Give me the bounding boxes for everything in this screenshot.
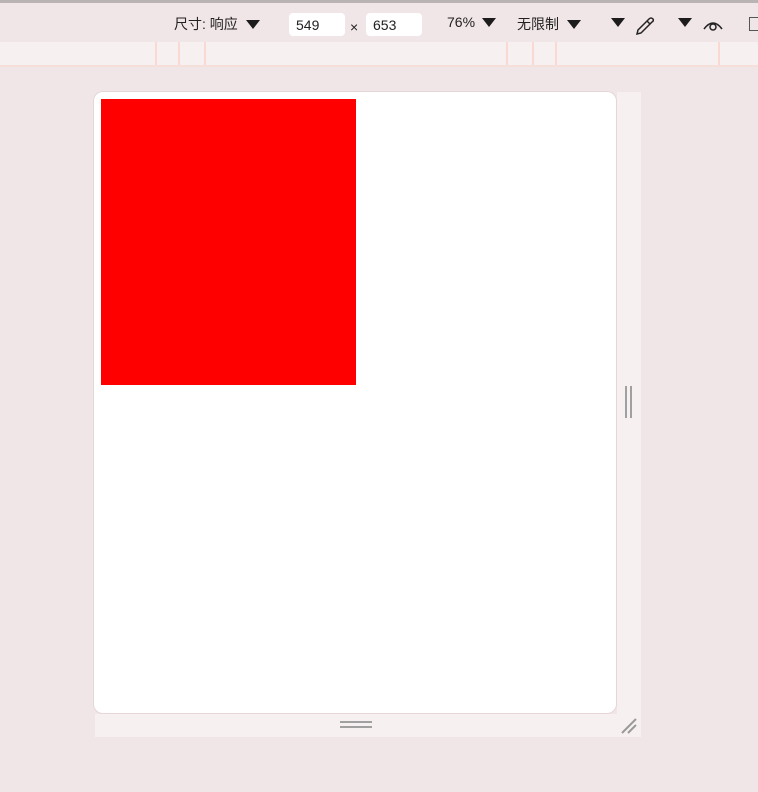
eye-icon bbox=[703, 22, 723, 31]
ruler-mark bbox=[718, 42, 720, 65]
throttle-label: 无限制 bbox=[517, 16, 559, 32]
grip-icon bbox=[630, 386, 632, 418]
right-resize-handle[interactable] bbox=[617, 92, 641, 737]
throttle-dropdown[interactable]: 无限制 bbox=[517, 14, 581, 34]
device-viewport bbox=[94, 92, 616, 713]
more-dropdown[interactable] bbox=[603, 18, 625, 27]
corner-resize-icon[interactable] bbox=[620, 717, 638, 735]
chevron-down-icon bbox=[245, 19, 260, 29]
chevron-down-icon bbox=[678, 18, 692, 27]
chevron-down-icon bbox=[482, 17, 497, 27]
bottom-resize-handle[interactable] bbox=[95, 714, 641, 737]
ruler-mark bbox=[555, 42, 557, 65]
ruler-mark bbox=[178, 42, 180, 65]
vision-dropdown[interactable] bbox=[670, 18, 692, 27]
width-input[interactable] bbox=[289, 13, 345, 36]
eyedropper-button[interactable] bbox=[634, 15, 656, 37]
media-query-ruler[interactable] bbox=[0, 42, 758, 67]
device-toolbar: 尺寸: 响应 × 76% 无限制 bbox=[0, 3, 758, 42]
ruler-mark bbox=[204, 42, 206, 65]
ruler-mark bbox=[155, 42, 157, 65]
height-input[interactable] bbox=[366, 13, 422, 36]
grip-icon bbox=[340, 726, 372, 728]
more-options-icon[interactable] bbox=[749, 17, 758, 31]
grip-icon bbox=[625, 386, 627, 418]
grip-icon bbox=[340, 721, 372, 723]
zoom-dropdown[interactable]: 76% bbox=[447, 14, 497, 30]
zoom-label: 76% bbox=[447, 14, 476, 30]
ruler-mark bbox=[506, 42, 508, 65]
dimensions-label: 尺寸: 响应 bbox=[174, 16, 238, 32]
ruler-mark bbox=[532, 42, 534, 65]
eyedropper-icon bbox=[635, 17, 655, 36]
red-box bbox=[101, 99, 356, 385]
dimensions-dropdown[interactable]: 尺寸: 响应 bbox=[174, 14, 260, 34]
eye-button[interactable] bbox=[703, 17, 723, 33]
chevron-down-icon bbox=[611, 18, 625, 27]
times-sign: × bbox=[350, 19, 359, 35]
chevron-down-icon bbox=[567, 19, 581, 29]
